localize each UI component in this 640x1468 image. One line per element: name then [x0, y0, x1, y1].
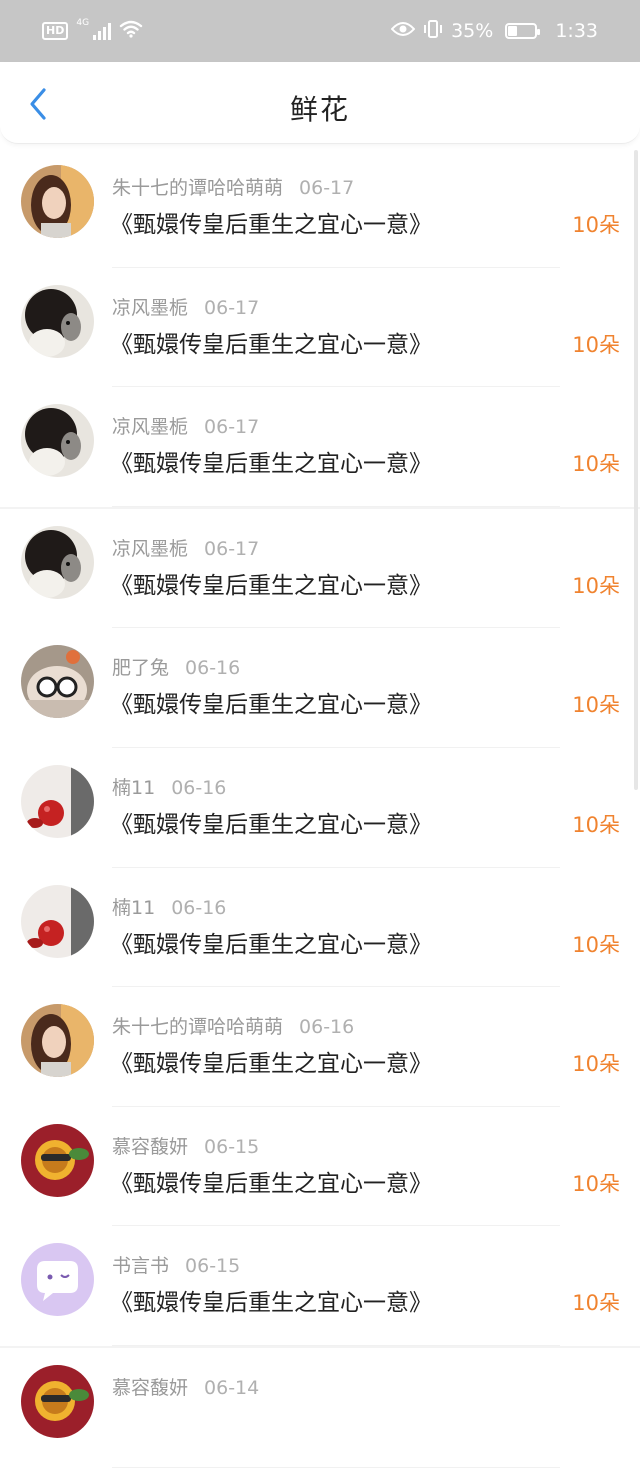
item-date: 06-16	[171, 896, 227, 919]
avatar[interactable]	[21, 284, 94, 358]
item-date: 06-15	[185, 1255, 241, 1278]
avatar[interactable]	[21, 1243, 94, 1317]
item-date: 06-16	[171, 776, 227, 799]
list-item[interactable]: 朱十七的谭哈哈萌萌 06-16 《甄嬛传皇后重生之宜心一意》 10朵	[0, 987, 640, 1107]
list-item[interactable]: 凉风墨栀 06-17 《甄嬛传皇后重生之宜心一意》 10朵	[0, 387, 640, 507]
flower-count: 10朵	[572, 693, 620, 718]
avatar[interactable]	[21, 1364, 94, 1438]
flower-count: 10朵	[572, 332, 620, 357]
flower-count: 10朵	[572, 1052, 620, 1077]
item-meta: 凉风墨栀 06-17	[112, 412, 259, 439]
hd-icon: HD	[42, 22, 69, 40]
item-meta: 肥了兔 06-16	[112, 653, 240, 680]
book-title[interactable]: 《甄嬛传皇后重生之宜心一意》	[110, 325, 432, 359]
nav-bar: 鲜花	[0, 62, 640, 144]
item-date: 06-17	[204, 537, 260, 560]
user-name[interactable]: 肥了兔	[112, 657, 169, 679]
status-bar-right: 35% 1:33	[390, 19, 598, 44]
status-bar: HD 4G 35% 1:33	[0, 0, 640, 62]
list-item[interactable]: 肥了兔 06-16 《甄嬛传皇后重生之宜心一意》 10朵	[0, 628, 640, 748]
item-meta: 慕容馥妍 06-15	[112, 1132, 259, 1159]
list-item[interactable]: 楠11 06-16 《甄嬛传皇后重生之宜心一意》 10朵	[0, 748, 640, 868]
item-date: 06-17	[204, 296, 260, 319]
book-title[interactable]: 《甄嬛传皇后重生之宜心一意》	[110, 685, 432, 719]
divider	[112, 505, 560, 507]
item-date: 06-17	[299, 177, 355, 199]
item-meta: 楠11 06-16	[112, 893, 226, 920]
battery-level-fill	[508, 26, 518, 36]
item-meta: 慕容馥妍 06-14	[112, 1373, 259, 1400]
eye-icon	[390, 20, 416, 42]
book-title[interactable]: 《甄嬛传皇后重生之宜心一意》	[110, 566, 432, 600]
battery-percent: 35%	[451, 20, 494, 42]
flower-count: 10朵	[572, 452, 620, 477]
flower-count: 10朵	[572, 1291, 620, 1316]
wifi-icon	[119, 20, 143, 43]
flower-count: 10朵	[572, 573, 620, 598]
user-name[interactable]: 凉风墨栀	[112, 297, 188, 319]
flower-count: 10朵	[572, 1171, 620, 1196]
user-name[interactable]: 凉风墨栀	[112, 416, 188, 438]
flower-count: 10朵	[572, 932, 620, 957]
network-type: 4G	[76, 18, 90, 28]
scrollbar[interactable]	[634, 150, 638, 790]
divider	[112, 1344, 560, 1346]
list-item[interactable]: 凉风墨栀 06-17 《甄嬛传皇后重生之宜心一意》 10朵	[0, 268, 640, 388]
user-name[interactable]: 慕容馥妍	[112, 1136, 188, 1158]
book-title[interactable]: 《甄嬛传皇后重生之宜心一意》	[110, 1164, 432, 1198]
book-title[interactable]: 《甄嬛传皇后重生之宜心一意》	[110, 205, 432, 239]
status-bar-left: HD 4G	[42, 18, 143, 43]
list-item[interactable]: 慕容馥妍 06-14	[0, 1348, 640, 1468]
user-name[interactable]: 书言书	[112, 1255, 169, 1277]
item-meta: 凉风墨栀 06-17	[112, 293, 259, 320]
item-meta: 朱十七的谭哈哈萌萌 06-16	[112, 1012, 354, 1039]
list-item[interactable]: 朱十七的谭哈哈萌萌 06-17 《甄嬛传皇后重生之宜心一意》 10朵	[0, 148, 640, 268]
user-name[interactable]: 慕容馥妍	[112, 1377, 188, 1399]
book-title[interactable]: 《甄嬛传皇后重生之宜心一意》	[110, 805, 432, 839]
avatar[interactable]	[21, 1123, 94, 1197]
list-item[interactable]: 书言书 06-15 《甄嬛传皇后重生之宜心一意》 10朵	[0, 1226, 640, 1346]
user-name[interactable]: 凉风墨栀	[112, 538, 188, 560]
vibrate-icon	[423, 19, 443, 44]
item-date: 06-16	[299, 1016, 355, 1039]
list-item[interactable]: 楠11 06-16 《甄嬛传皇后重生之宜心一意》 10朵	[0, 868, 640, 988]
list-item[interactable]: 慕容馥妍 06-15 《甄嬛传皇后重生之宜心一意》 10朵	[0, 1107, 640, 1227]
item-date: 06-14	[204, 1376, 260, 1399]
user-name[interactable]: 楠11	[112, 777, 155, 799]
avatar[interactable]	[21, 165, 94, 238]
book-title[interactable]: 《甄嬛传皇后重生之宜心一意》	[110, 1044, 432, 1078]
avatar[interactable]	[21, 404, 94, 478]
item-date: 06-15	[204, 1135, 260, 1158]
list-item[interactable]: 凉风墨栀 06-17 《甄嬛传皇后重生之宜心一意》 10朵	[0, 509, 640, 629]
item-meta: 楠11 06-16	[112, 773, 226, 800]
user-name[interactable]: 楠11	[112, 897, 155, 919]
flower-list: 朱十七的谭哈哈萌萌 06-17 《甄嬛传皇后重生之宜心一意》 10朵 凉风墨栀 06…	[0, 148, 640, 1468]
item-date: 06-17	[204, 416, 260, 439]
avatar[interactable]	[21, 764, 94, 838]
divider	[112, 1466, 560, 1468]
flower-count: 10朵	[572, 812, 620, 837]
avatar[interactable]	[21, 645, 94, 719]
flower-count: 10朵	[572, 213, 620, 237]
item-date: 06-16	[185, 657, 241, 680]
clock: 1:33	[555, 20, 598, 42]
item-meta: 书言书 06-15	[112, 1251, 240, 1278]
book-title[interactable]: 《甄嬛传皇后重生之宜心一意》	[110, 925, 432, 959]
user-name[interactable]: 朱十七的谭哈哈萌萌	[112, 1016, 283, 1038]
avatar[interactable]	[21, 1004, 94, 1078]
user-name[interactable]: 朱十七的谭哈哈萌萌	[112, 177, 283, 199]
item-meta: 朱十七的谭哈哈萌萌 06-17	[112, 173, 354, 200]
item-meta: 凉风墨栀 06-17	[112, 534, 259, 561]
signal-icon	[93, 22, 112, 40]
page-title: 鲜花	[289, 93, 350, 126]
book-title[interactable]: 《甄嬛传皇后重生之宜心一意》	[110, 1283, 432, 1317]
battery-icon	[505, 23, 541, 39]
avatar[interactable]	[21, 525, 94, 599]
avatar[interactable]	[21, 884, 94, 958]
book-title[interactable]: 《甄嬛传皇后重生之宜心一意》	[110, 444, 432, 478]
